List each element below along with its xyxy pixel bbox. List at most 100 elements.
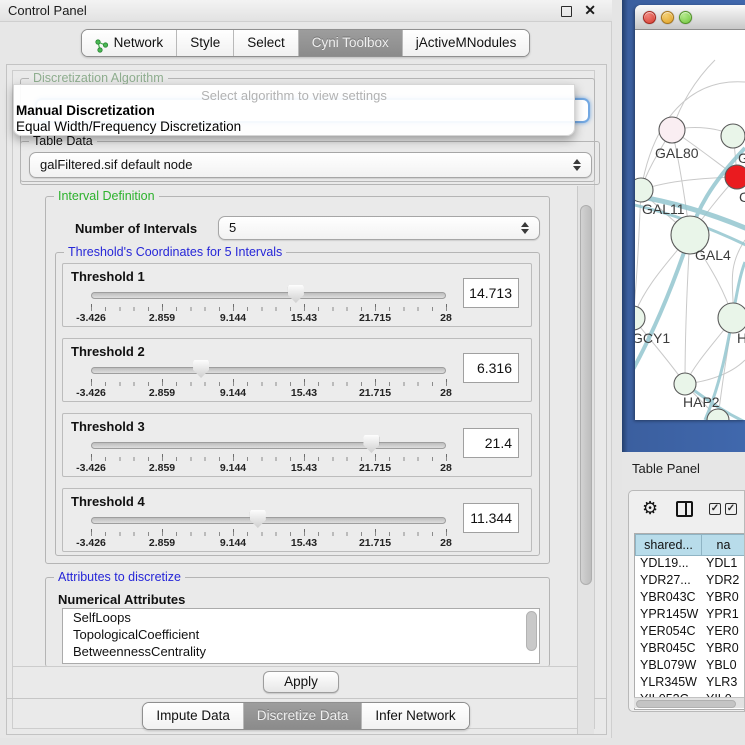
attribute-list-item[interactable]: BetweennessCentrality [63, 643, 539, 660]
tab-discretize-data[interactable]: Discretize Data [243, 703, 362, 729]
control-panel: Control Panel ✕ Network Style Select [0, 0, 612, 738]
gear-icon[interactable]: ⚙ [642, 498, 658, 519]
network-node[interactable] [721, 124, 745, 148]
float-window-icon[interactable] [561, 6, 572, 17]
tab-jactivemnodules[interactable]: jActiveMNodules [402, 30, 530, 56]
cell-shared-name[interactable]: YBL079W [635, 658, 702, 675]
table-data-combo[interactable]: galFiltered.sif default node [29, 152, 592, 178]
checkbox-icon[interactable]: ✓ [725, 503, 737, 515]
threshold-value-field[interactable]: 14.713 [463, 278, 519, 308]
cell-shared-name[interactable]: YER054C [635, 624, 702, 641]
tick-label: 2.859 [149, 387, 175, 399]
panel-scrollbar-track[interactable] [577, 186, 594, 734]
number-of-intervals-value: 5 [229, 220, 236, 235]
zoom-traffic-icon[interactable] [679, 11, 692, 24]
table-row[interactable]: YLR345WYLR3 [635, 675, 745, 692]
table-row[interactable]: YER054CYER0 [635, 624, 745, 641]
combo-stepper-icon [573, 159, 582, 171]
column-header-name[interactable]: na [702, 534, 745, 556]
table-row[interactable]: YDL19...YDL1 [635, 556, 745, 573]
threshold-slider-track[interactable] [91, 367, 446, 374]
threshold-2-block: Threshold 2 -3.4262.8599.14415.4321.7152… [62, 338, 532, 402]
numerical-attributes-list[interactable]: SelfLoopsTopologicalCoefficientBetweenne… [62, 608, 540, 664]
tick-label: -3.426 [76, 537, 106, 549]
threshold-slider-track[interactable] [91, 442, 446, 449]
cell-name[interactable]: YBR0 [702, 590, 745, 607]
cell-name[interactable]: YLR3 [702, 675, 745, 692]
network-node[interactable] [725, 165, 745, 189]
dropdown-option-equal-width[interactable]: Equal Width/Frequency Discretization [16, 119, 241, 134]
top-tab-bar: Network Style Select Cyni Toolbox jActiv… [0, 29, 611, 57]
panel-title: Control Panel [8, 3, 87, 18]
table-row[interactable]: YBL079WYBL0 [635, 658, 745, 675]
apply-separator [13, 666, 594, 667]
network-node-label: C [739, 189, 745, 205]
panel-scrollbar-thumb[interactable] [580, 205, 592, 585]
cell-shared-name[interactable]: YLR345W [635, 675, 702, 692]
checkbox-icon[interactable]: ✓ [709, 503, 721, 515]
tick-label: 21.715 [359, 312, 391, 324]
table-hscrollbar-thumb[interactable] [636, 700, 736, 708]
threshold-label: Threshold 3 [71, 419, 145, 434]
table-row[interactable]: YBR045CYBR0 [635, 641, 745, 658]
tab-style[interactable]: Style [176, 30, 233, 56]
network-canvas[interactable]: GAL80GCGAL11GAL4GCY1HHAP2 [635, 30, 745, 420]
attribute-list-item[interactable]: SelfLoops [63, 609, 539, 626]
minimize-traffic-icon[interactable] [661, 11, 674, 24]
threshold-slider-track[interactable] [91, 292, 446, 299]
slider-tick-labels: -3.4262.8599.14415.4321.71528 [91, 387, 446, 399]
list-scrollbar-thumb[interactable] [526, 611, 537, 651]
threshold-value-field[interactable]: 6.316 [463, 353, 519, 383]
cell-shared-name[interactable]: YDL19... [635, 556, 702, 573]
tab-impute-data[interactable]: Impute Data [143, 703, 243, 729]
table-row[interactable]: YPR145WYPR1 [635, 607, 745, 624]
table-row[interactable]: YDR27...YDR2 [635, 573, 745, 590]
tab-select[interactable]: Select [233, 30, 298, 56]
cell-name[interactable]: YDL1 [702, 556, 745, 573]
cell-shared-name[interactable]: YPR145W [635, 607, 702, 624]
threshold-value-field[interactable]: 11.344 [463, 503, 519, 533]
slider-minor-ticks [91, 532, 447, 536]
network-node[interactable] [635, 178, 653, 202]
tick-label: 15.43 [291, 387, 317, 399]
network-node[interactable] [718, 303, 745, 333]
cell-name[interactable]: YBL0 [702, 658, 745, 675]
threshold-slider-handle[interactable] [288, 285, 304, 303]
threshold-slider-handle[interactable] [363, 435, 379, 453]
tick-label: 21.715 [359, 462, 391, 474]
tab-network[interactable]: Network [82, 30, 177, 56]
apply-button[interactable]: Apply [263, 671, 339, 693]
tab-cyni-toolbox[interactable]: Cyni Toolbox [298, 30, 402, 56]
split-columns-icon[interactable] [676, 501, 693, 517]
threshold-slider-track[interactable] [91, 517, 446, 524]
close-icon[interactable]: ✕ [584, 2, 596, 19]
tick-label: 9.144 [220, 537, 246, 549]
table-row[interactable]: YBR043CYBR0 [635, 590, 745, 607]
tick-label: 2.859 [149, 537, 175, 549]
tab-infer-network[interactable]: Infer Network [361, 703, 468, 729]
network-view-window: GAL80GCGAL11GAL4GCY1HHAP2 [635, 5, 745, 420]
table-hscrollbar-track[interactable] [634, 697, 744, 708]
tick-label: -3.426 [76, 312, 106, 324]
cell-shared-name[interactable]: YBR045C [635, 641, 702, 658]
cell-shared-name[interactable]: YBR043C [635, 590, 702, 607]
threshold-value-field[interactable]: 21.4 [463, 428, 519, 458]
dropdown-option-manual[interactable]: Manual Discretization [16, 103, 155, 118]
threshold-slider-handle[interactable] [250, 510, 266, 528]
cell-name[interactable]: YER0 [702, 624, 745, 641]
cell-shared-name[interactable]: YDR27... [635, 573, 702, 590]
cell-name[interactable]: YBR0 [702, 641, 745, 658]
network-window-titlebar [635, 5, 745, 30]
network-node[interactable] [635, 306, 645, 330]
threshold-slider-handle[interactable] [193, 360, 209, 378]
network-node[interactable] [674, 373, 696, 395]
cell-name[interactable]: YPR1 [702, 607, 745, 624]
attribute-list-item[interactable]: TopologicalCoefficient [63, 626, 539, 643]
column-header-shared-name[interactable]: shared... [635, 534, 702, 556]
close-traffic-icon[interactable] [643, 11, 656, 24]
cell-name[interactable]: YDR2 [702, 573, 745, 590]
tick-label: 9.144 [220, 312, 246, 324]
number-of-intervals-combo[interactable]: 5 [218, 216, 540, 240]
tick-label: 28 [440, 537, 452, 549]
network-node[interactable] [659, 117, 685, 143]
